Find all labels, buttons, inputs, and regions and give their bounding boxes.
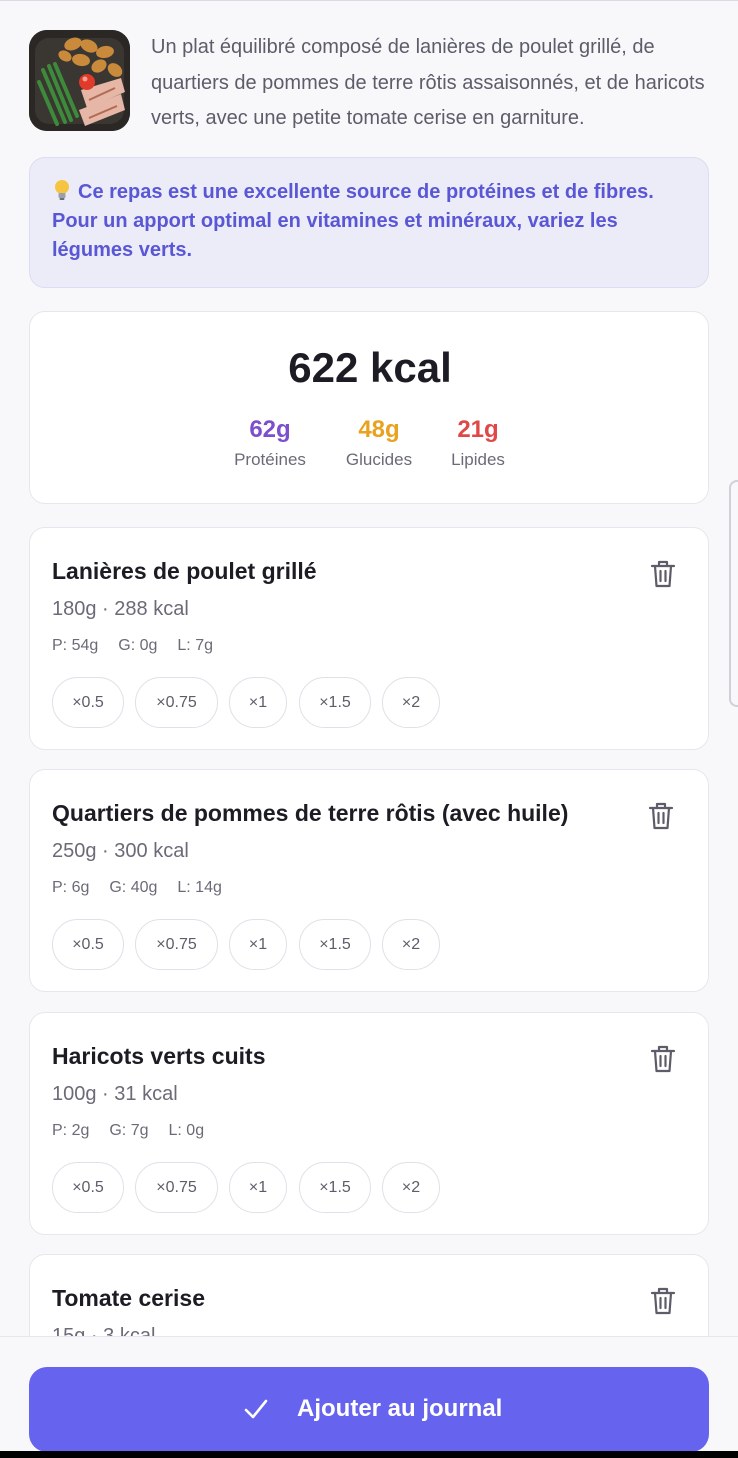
nutrition-tip: Ce repas est une excellente source de pr… bbox=[29, 157, 709, 288]
food-fat: L: 0g bbox=[168, 1122, 205, 1139]
scroll-handle[interactable] bbox=[729, 480, 738, 707]
trash-icon[interactable] bbox=[648, 1043, 678, 1075]
portion-chip-1-5[interactable]: ×1.5 bbox=[299, 919, 371, 970]
portion-chip-1[interactable]: ×1 bbox=[229, 677, 287, 728]
portion-chip-2[interactable]: ×2 bbox=[382, 1162, 440, 1213]
portion-chip-2[interactable]: ×2 bbox=[382, 919, 440, 970]
portion-chip-1-5[interactable]: ×1.5 bbox=[299, 1162, 371, 1213]
food-name: Lanières de poulet grillé bbox=[52, 558, 317, 584]
meal-description: Un plat équilibré composé de lanières de… bbox=[151, 36, 705, 129]
food-fat: L: 7g bbox=[177, 637, 213, 654]
food-carbs: G: 0g bbox=[118, 637, 158, 654]
nutrition-summary: 622 kcal 62g Protéines 48g Glucides 21g … bbox=[29, 311, 709, 504]
add-to-journal-label: Ajouter au journal bbox=[297, 1395, 503, 1422]
meal-header: Un plat équilibré composé de lanières de… bbox=[29, 30, 709, 134]
macro-label: Lipides bbox=[451, 450, 505, 469]
portion-chip-2[interactable]: ×2 bbox=[382, 677, 440, 728]
food-macros: P: 6g G: 40g L: 14g bbox=[52, 879, 242, 897]
check-icon bbox=[244, 1399, 268, 1419]
food-item-card: Quartiers de pommes de terre rôtis (avec… bbox=[29, 769, 709, 992]
food-protein: P: 54g bbox=[52, 637, 99, 654]
portion-chip-1[interactable]: ×1 bbox=[229, 1162, 287, 1213]
food-weight-calories: 15g · 3 kcal bbox=[52, 1325, 156, 1336]
food-name: Haricots verts cuits bbox=[52, 1043, 266, 1069]
trash-icon[interactable] bbox=[648, 1285, 678, 1317]
food-macros: P: 54g G: 0g L: 7g bbox=[52, 637, 233, 655]
nutrition-tip-text: Ce repas est une excellente source de pr… bbox=[52, 181, 654, 261]
macro-fats: 21g Lipides bbox=[418, 416, 538, 470]
meal-detail-scroll[interactable]: Un plat équilibré composé de lanières de… bbox=[0, 0, 738, 1336]
food-protein: P: 6g bbox=[52, 879, 90, 896]
macro-label: Protéines bbox=[234, 450, 306, 469]
food-weight-calories: 250g · 300 kcal bbox=[52, 840, 189, 862]
portion-chip-0-5[interactable]: ×0.5 bbox=[52, 1162, 124, 1213]
macro-value: 21g bbox=[457, 416, 499, 443]
food-item-card: Haricots verts cuits 100g · 31 kcal P: 2… bbox=[29, 1012, 709, 1235]
food-macros: P: 2g G: 7g L: 0g bbox=[52, 1122, 224, 1140]
food-protein: P: 2g bbox=[52, 1122, 90, 1139]
food-item-card: Tomate cerise 15g · 3 kcal bbox=[29, 1254, 709, 1336]
meal-photo bbox=[29, 30, 130, 131]
food-weight-calories: 100g · 31 kcal bbox=[52, 1083, 178, 1105]
food-carbs: G: 40g bbox=[109, 879, 158, 896]
add-to-journal-button[interactable]: Ajouter au journal bbox=[29, 1367, 709, 1452]
food-name: Quartiers de pommes de terre rôtis (avec… bbox=[52, 800, 569, 826]
portion-chip-0-5[interactable]: ×0.5 bbox=[52, 919, 124, 970]
food-weight-calories: 180g · 288 kcal bbox=[52, 598, 189, 620]
total-calories: 622 kcal bbox=[288, 344, 452, 391]
portion-chip-0-75[interactable]: ×0.75 bbox=[135, 919, 218, 970]
food-name: Tomate cerise bbox=[52, 1285, 205, 1311]
portion-chip-1[interactable]: ×1 bbox=[229, 919, 287, 970]
portion-chip-0-5[interactable]: ×0.5 bbox=[52, 677, 124, 728]
portion-chip-1-5[interactable]: ×1.5 bbox=[299, 677, 371, 728]
food-fat: L: 14g bbox=[177, 879, 222, 896]
food-carbs: G: 7g bbox=[109, 1122, 149, 1139]
system-nav-strip bbox=[0, 1451, 738, 1458]
trash-icon[interactable] bbox=[646, 800, 676, 832]
portion-chip-0-75[interactable]: ×0.75 bbox=[135, 677, 218, 728]
food-item-card: Lanières de poulet grillé 180g · 288 kca… bbox=[29, 527, 709, 750]
trash-icon[interactable] bbox=[648, 558, 678, 590]
portion-chip-0-75[interactable]: ×0.75 bbox=[135, 1162, 218, 1213]
macro-proteins: 62g Protéines bbox=[210, 416, 330, 470]
bottom-action-bar: Ajouter au journal bbox=[0, 1336, 738, 1458]
macro-value: 62g bbox=[249, 416, 291, 443]
lightbulb-icon bbox=[55, 180, 69, 200]
